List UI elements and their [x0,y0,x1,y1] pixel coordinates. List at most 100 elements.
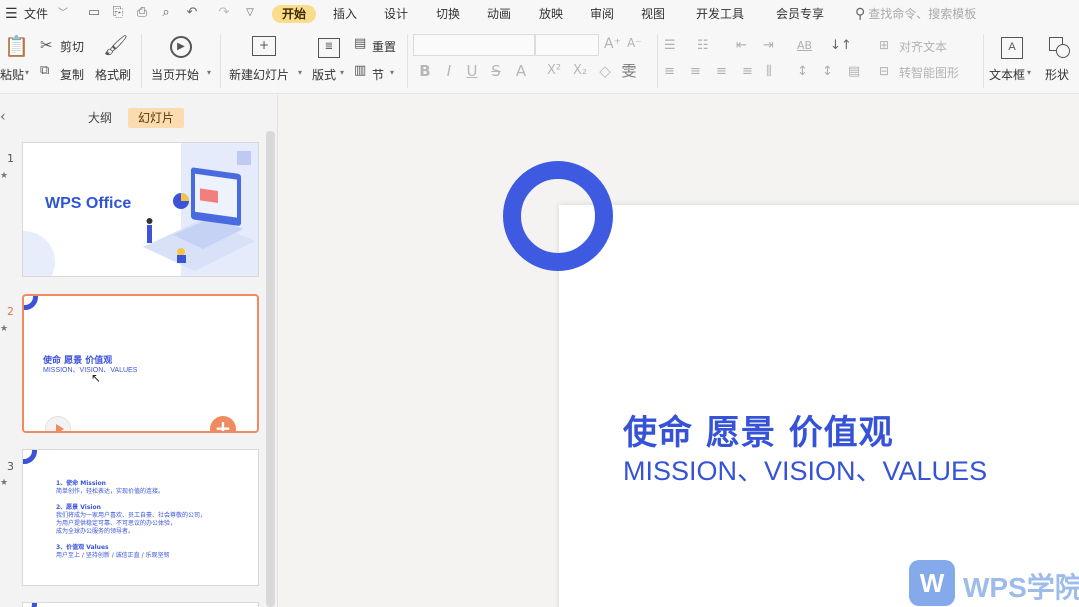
play-from-current-button[interactable]: 当页开始 [151,66,199,83]
ribbon-toolbar: 📋 粘贴 ▾ ✂ 剪切 ⧉ 复制 🖌 格式刷 ▶ 当页开始 ▾ + 新建幻灯片 … [0,28,1079,94]
tab-slides[interactable]: 幻灯片 [128,108,185,128]
spacing-before-icon[interactable]: ↕ [797,64,808,80]
undo-icon[interactable]: ↶ [184,5,200,21]
convert-smartart-button[interactable]: 转智能图形 [899,64,959,81]
print-icon[interactable]: ⎙ [134,5,150,21]
customize-toolbar-icon[interactable]: ▽ [242,5,258,21]
textbox-icon[interactable]: A [1001,37,1023,59]
menu-bar: ☰ 文件 ﹀ ▭ ⎘ ⎙ ⌕ ↶ ↷ ▽ 开始 插入 设计 切换 动画 放映 审… [0,0,1079,28]
tab-insert[interactable]: 插入 [333,5,357,23]
pane-scrollbar[interactable] [266,131,275,607]
export-pdf-icon[interactable]: ⎘ [110,5,126,21]
italic-icon[interactable]: I [440,62,458,80]
chevron-down-icon[interactable]: ﹀ [58,5,68,23]
font-color-icon[interactable]: A [512,62,530,80]
slide-subtitle[interactable]: MISSION、VISION、VALUES [623,449,987,488]
tab-design[interactable]: 设计 [384,5,408,23]
animation-star-icon: ★ [0,478,9,488]
line-spacing-icon[interactable]: ↓↑ [830,38,852,54]
isometric-illustration [143,151,255,271]
decrease-font-icon[interactable]: A⁻ [627,36,642,50]
format-painter-button[interactable]: 格式刷 [95,66,131,83]
format-painter-icon: 🖌 [103,33,129,57]
text-direction-icon[interactable]: AB [797,38,812,54]
bullet-list-icon[interactable]: ☰ [664,38,676,54]
tab-outline[interactable]: 大纲 [78,108,122,128]
play-dropdown-icon[interactable]: ▾ [207,68,211,77]
tab-slideshow[interactable]: 放映 [539,5,563,23]
slide-number: 2 [7,305,14,318]
new-slide-button[interactable]: 新建幻灯片 [229,66,289,83]
slide-thumbnail-2[interactable]: 使命 愿景 价值观 MISSION、VISION、VALUES ↖ + [22,294,259,433]
play-slide-button[interactable] [45,416,71,431]
new-slide-icon[interactable]: + [252,36,276,56]
play-icon[interactable]: ▶ [170,36,192,58]
thumb-text-line: 1、使命 Mission [56,480,106,487]
align-left-icon[interactable]: ≡ [664,64,675,80]
tab-home[interactable]: 开始 [272,5,317,23]
shape-icon[interactable] [1049,37,1071,59]
numbered-list-icon[interactable]: ☷ [697,38,709,54]
paste-icon[interactable]: 📋 [4,34,29,58]
align-center-icon[interactable]: ≡ [690,64,701,80]
align-right-icon[interactable]: ≡ [716,64,727,80]
slide-title[interactable]: 使命 愿景 价值观 [623,405,894,454]
copy-button[interactable]: 复制 [60,66,84,83]
align-text-icon: ⊞ [879,38,890,52]
tab-developer[interactable]: 开发工具 [696,5,744,23]
collapse-pane-icon[interactable]: ‹ [0,109,6,125]
strikethrough-icon[interactable]: S [487,62,505,80]
tab-transitions[interactable]: 切换 [436,5,460,23]
layout-icon[interactable]: ≣ [318,38,340,58]
clear-format-icon[interactable]: ◇ [596,62,614,80]
shape-button[interactable]: 形状 [1045,66,1069,83]
decor-ring [24,296,38,310]
font-family-select[interactable] [413,34,535,56]
decor-ring-shape[interactable] [503,161,613,271]
tab-member[interactable]: 会员专享 [776,5,824,23]
slide-editor-canvas: 使命 愿景 价值观 MISSION、VISION、VALUES W WPS学院 [279,95,1079,607]
thumb-text-line: 成为全球办公服务的领导者。 [56,528,135,535]
textbox-dropdown-icon[interactable]: ▾ [1027,68,1031,77]
superscript-icon[interactable]: X² [545,62,563,80]
layout-button[interactable]: 版式 [312,66,336,83]
current-slide[interactable]: 使命 愿景 价值观 MISSION、VISION、VALUES [559,205,1079,607]
tab-view[interactable]: 视图 [641,5,665,23]
paste-button[interactable]: 粘贴 [0,66,24,83]
bold-icon[interactable]: B [416,62,434,80]
increase-indent-icon[interactable]: ⇥ [763,38,774,54]
increase-font-icon[interactable]: A⁺ [604,36,621,52]
command-search[interactable]: ⚲ 查找命令、搜索模板 [855,5,976,23]
columns-icon[interactable]: ▤ [848,64,860,80]
slide-pane: ‹ 大纲 幻灯片 1 ★ WPS Office 2 ★ 使命 愿景 价值观 MI… [0,95,278,607]
save-icon[interactable]: ▭ [86,5,102,21]
decrease-indent-icon[interactable]: ⇤ [736,38,747,54]
add-slide-button[interactable]: + [210,416,236,431]
reset-button[interactable]: 重置 [372,38,396,55]
textbox-button[interactable]: 文本框 [989,66,1025,83]
section-button[interactable]: 节 [372,66,384,83]
tab-animation[interactable]: 动画 [487,5,511,23]
phonetic-icon[interactable]: 雯 [620,62,638,80]
font-size-select[interactable] [535,34,599,56]
underline-icon[interactable]: U [463,62,481,80]
distribute-icon[interactable]: ⫼ [766,64,772,80]
slide-thumbnail-4[interactable] [22,602,259,607]
justify-icon[interactable]: ≡ [742,64,753,80]
menu-file[interactable]: 文件 [24,5,48,23]
slide-thumbnail-3[interactable]: 1、使命 Mission 简单创作，轻松表达，实现价值的连接。 2、愿景 Vis… [22,449,259,586]
search-placeholder: 查找命令、搜索模板 [868,7,977,21]
spacing-after-icon[interactable]: ↕ [822,64,833,80]
layout-dropdown-icon[interactable]: ▾ [340,68,344,77]
align-text-button[interactable]: 对齐文本 [899,38,947,55]
paste-dropdown-icon[interactable]: ▾ [25,68,29,77]
section-dropdown-icon[interactable]: ▾ [390,68,394,77]
print-preview-icon[interactable]: ⌕ [158,5,174,21]
cut-button[interactable]: 剪切 [60,38,84,55]
subscript-icon[interactable]: X₂ [571,62,589,80]
slide-thumbnail-1[interactable]: WPS Office [22,142,259,277]
redo-icon[interactable]: ↷ [216,5,232,21]
hamburger-icon[interactable]: ☰ [5,5,18,23]
new-slide-dropdown-icon[interactable]: ▾ [298,68,302,77]
tab-review[interactable]: 审阅 [590,5,614,23]
